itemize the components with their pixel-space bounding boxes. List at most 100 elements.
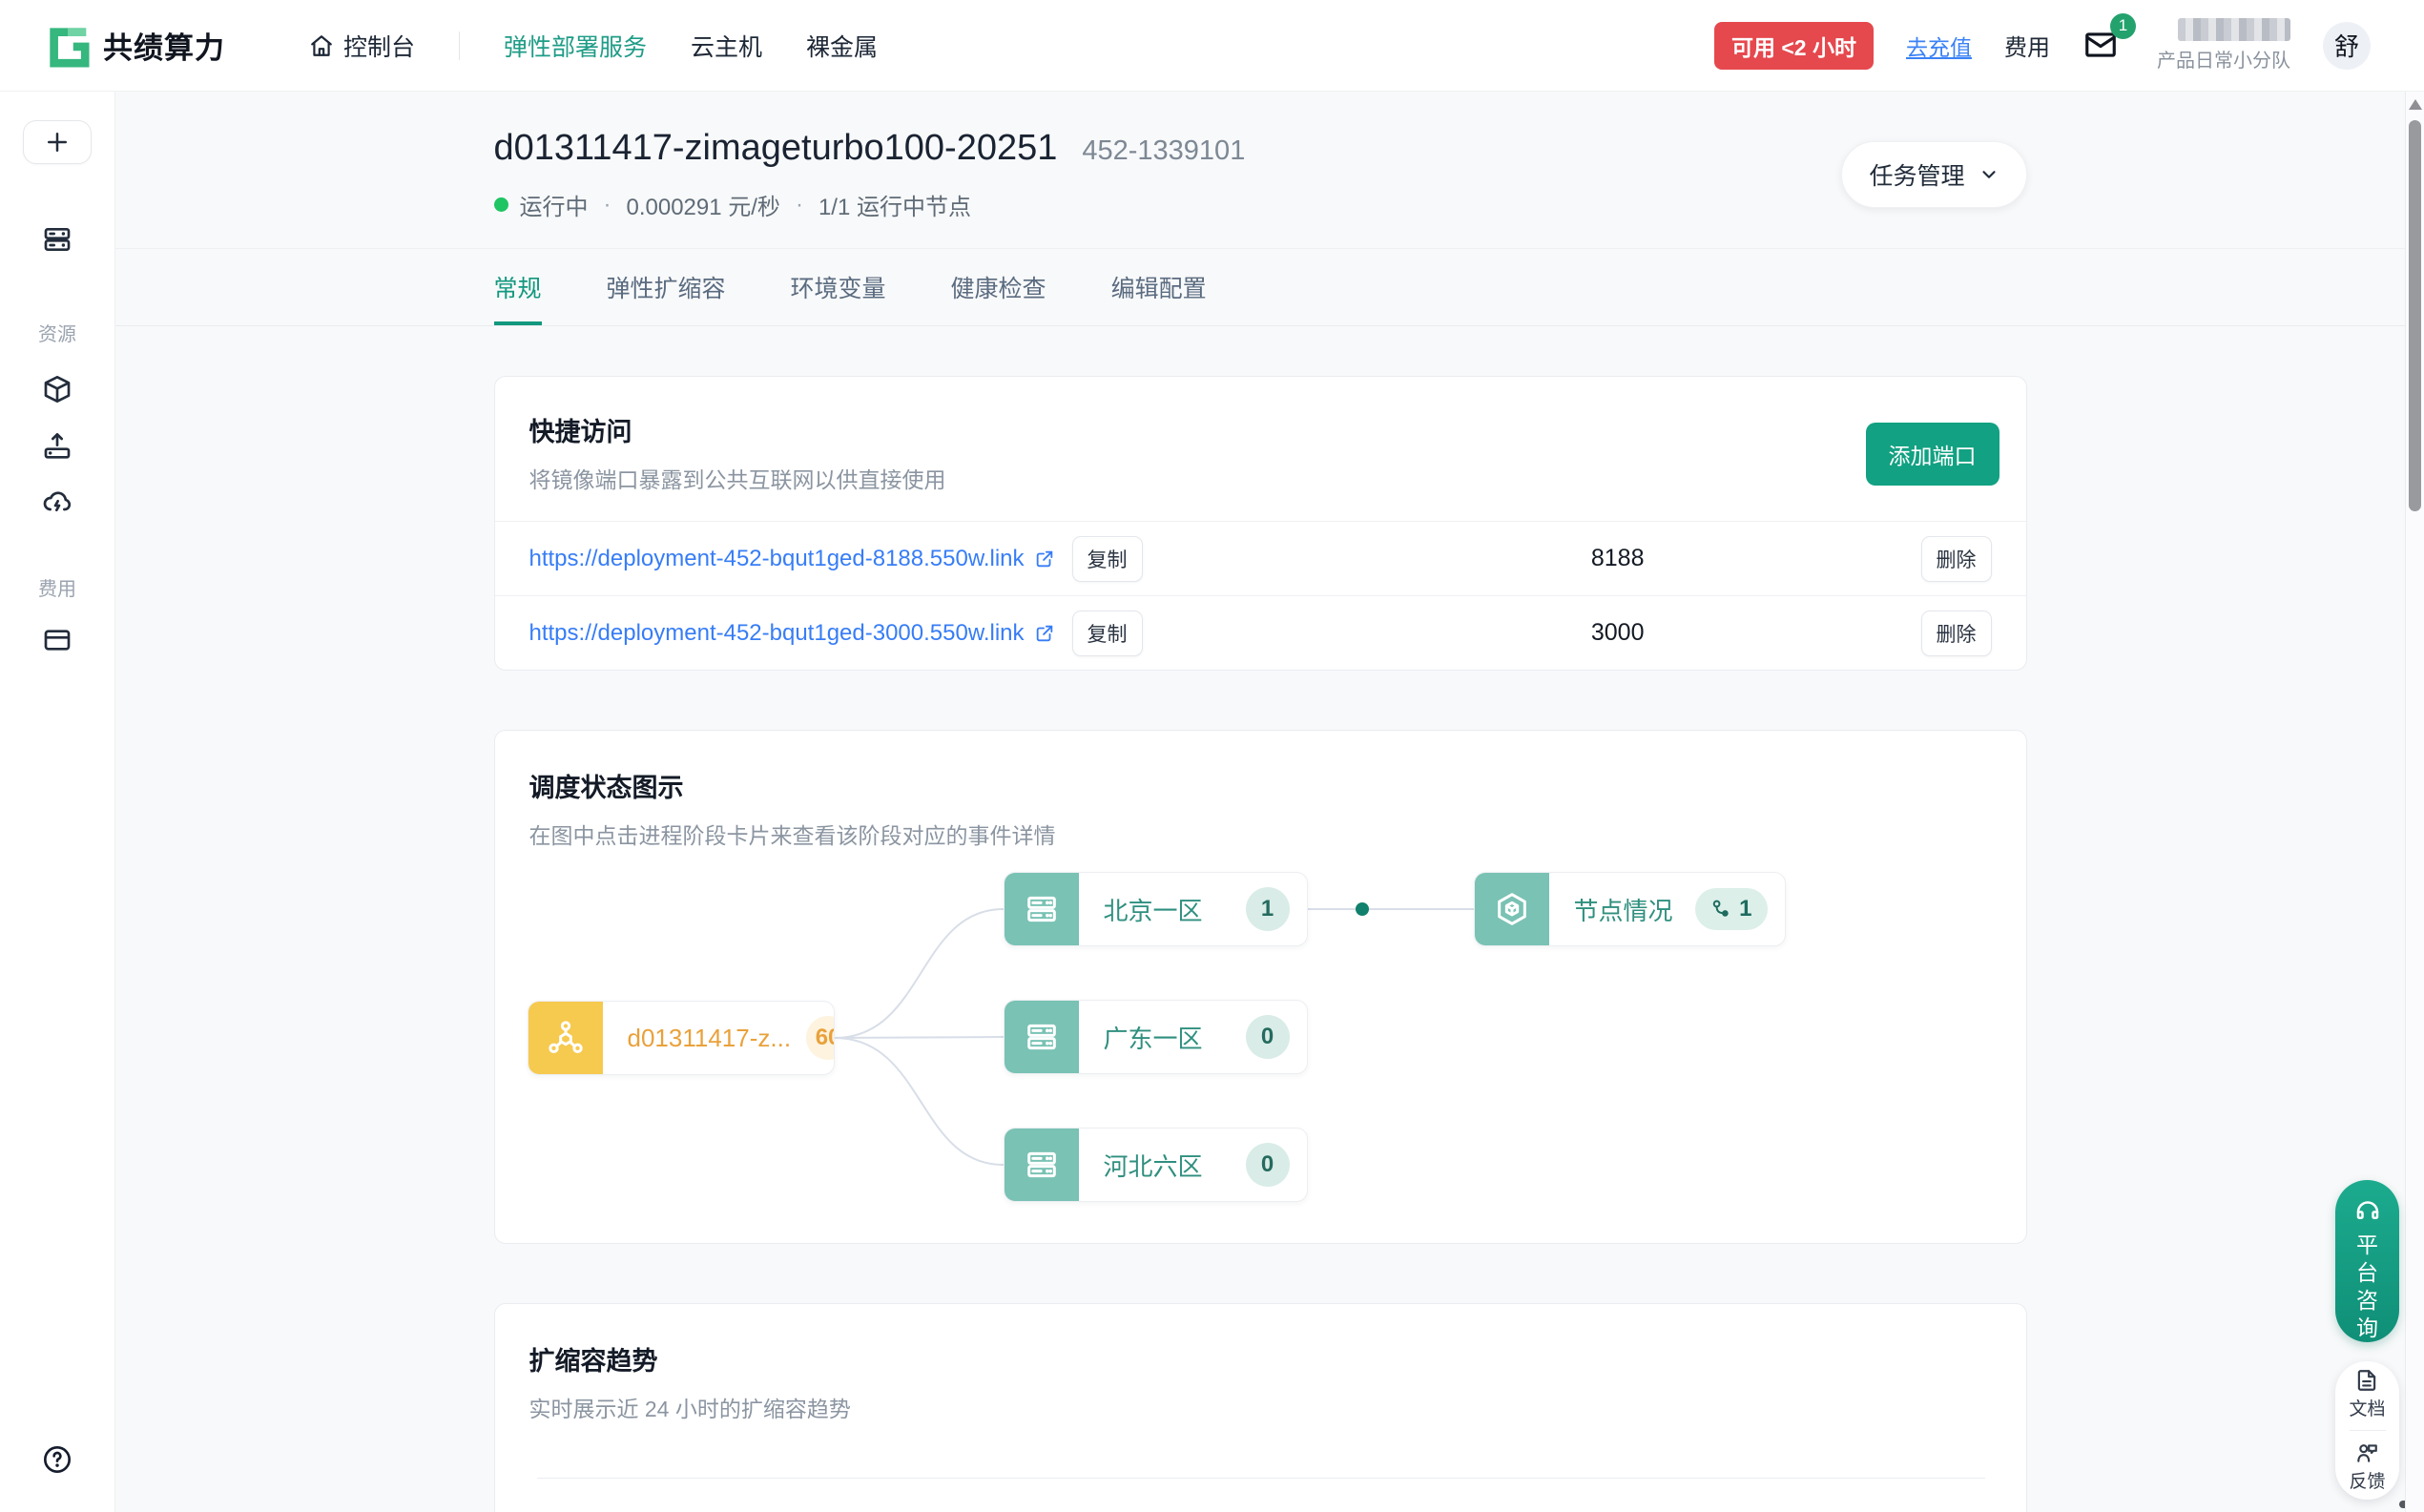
headset-icon xyxy=(2353,1195,2382,1224)
trend-card: 扩缩容趋势 实时展示近 24 小时的扩缩容趋势 xyxy=(494,1303,2027,1512)
node-status-count: 1 xyxy=(1739,896,1751,922)
schedule-diagram: d01311417-z... 60 北京一区 1 xyxy=(495,865,2026,1216)
nav-item-cloud-host[interactable]: 云主机 xyxy=(691,29,762,63)
quota-badge: 可用 <2 小时 xyxy=(1714,22,1874,70)
billing-nav-link[interactable]: 费用 xyxy=(2004,29,2050,62)
avatar[interactable]: 舒 xyxy=(2323,22,2371,70)
server-icon xyxy=(1005,1001,1079,1073)
port-url-link[interactable]: https://deployment-452-bqut1ged-8188.550… xyxy=(529,546,1055,572)
connector-progress-dot xyxy=(1356,902,1369,916)
external-link-icon xyxy=(1034,623,1055,644)
feedback-button[interactable]: 反馈 xyxy=(2349,1440,2385,1493)
brand-logo-icon xyxy=(46,24,90,68)
task-manage-button[interactable]: 任务管理 xyxy=(1841,141,2026,208)
hexagon-cube-icon xyxy=(1475,873,1549,945)
vertical-scrollbar[interactable] xyxy=(2405,92,2424,1512)
tab-autoscaling[interactable]: 弹性扩缩容 xyxy=(607,249,726,325)
nav-item-bare-metal[interactable]: 裸金属 xyxy=(806,29,878,63)
status-row: 运行中 · 0.000291 元/秒 · 1/1 运行中节点 xyxy=(494,188,1246,221)
copy-button[interactable]: 复制 xyxy=(1072,611,1143,656)
page-header: d01311417-zimageturbo100-20251 452-13391… xyxy=(115,92,2405,249)
chevron-down-icon xyxy=(1979,164,1999,185)
home-icon xyxy=(309,33,334,58)
sidebar-item-billing[interactable] xyxy=(41,624,73,656)
region-node-label: 北京一区 xyxy=(1104,892,1203,927)
server-icon xyxy=(1005,1129,1079,1201)
tab-health-check[interactable]: 健康检查 xyxy=(951,249,1046,325)
docs-label: 文档 xyxy=(2349,1395,2385,1420)
task-manage-label: 任务管理 xyxy=(1869,157,1964,192)
nav-item-elastic-deploy[interactable]: 弹性部署服务 xyxy=(504,29,647,63)
server-stack-icon xyxy=(42,224,73,255)
separator: · xyxy=(796,192,803,218)
scrollbar-thumb[interactable] xyxy=(2409,120,2421,511)
credit-card-icon xyxy=(42,625,73,655)
trend-subtitle: 实时展示近 24 小时的扩缩容趋势 xyxy=(529,1391,1992,1423)
region-node-badge: 0 xyxy=(1246,1143,1290,1187)
nav-label: 控制台 xyxy=(343,29,415,63)
hub-icon xyxy=(528,1002,603,1074)
price-text: 0.000291 元/秒 xyxy=(627,188,780,221)
sidebar-item-storage-upload[interactable] xyxy=(41,430,73,463)
port-url-text: https://deployment-452-bqut1ged-8188.550… xyxy=(529,546,1025,572)
mail-button[interactable]: 1 xyxy=(2082,27,2124,65)
nav-item-console[interactable]: 控制台 xyxy=(309,29,415,63)
main-nav: 控制台 弹性部署服务 云主机 裸金属 xyxy=(309,29,878,63)
upload-icon xyxy=(42,431,73,462)
sidebar-item-images[interactable] xyxy=(41,373,73,405)
cloud-lightning-icon xyxy=(42,487,73,517)
region-node-badge: 1 xyxy=(1246,887,1290,931)
region-node-guangdong[interactable]: 广东一区 0 xyxy=(1004,1000,1308,1074)
add-port-button[interactable]: 添加端口 xyxy=(1866,423,1999,486)
tab-general[interactable]: 常规 xyxy=(494,249,542,325)
deployment-node-label: d01311417-z... xyxy=(628,1024,792,1053)
region-node-label: 广东一区 xyxy=(1104,1020,1203,1055)
node-status-card[interactable]: 节点情况 1 xyxy=(1474,872,1786,946)
delete-button[interactable]: 删除 xyxy=(1921,611,1992,656)
region-node-hebei[interactable]: 河北六区 0 xyxy=(1004,1128,1308,1202)
tab-env-vars[interactable]: 环境变量 xyxy=(791,249,886,325)
nav-divider xyxy=(459,31,460,60)
schedule-title: 调度状态图示 xyxy=(529,767,1992,804)
schedule-subtitle: 在图中点击进程阶段卡片来查看该阶段对应的事件详情 xyxy=(529,818,1992,850)
region-node-badge: 0 xyxy=(1246,1015,1290,1059)
create-button[interactable] xyxy=(23,120,92,164)
quick-access-card: 快捷访问 将镜像端口暴露到公共互联网以供直接使用 添加端口 https://de… xyxy=(494,376,2027,671)
tab-edit-config[interactable]: 编辑配置 xyxy=(1111,249,1207,325)
sidebar-section-resources: 资源 xyxy=(38,319,76,346)
node-status-badge: 1 xyxy=(1695,888,1767,930)
team-name: 产品日常小分队 xyxy=(2157,45,2290,72)
port-url-link[interactable]: https://deployment-452-bqut1ged-3000.550… xyxy=(529,620,1055,647)
scrollbar-up-arrow[interactable] xyxy=(2409,99,2422,110)
node-status-label: 节点情况 xyxy=(1574,892,1673,927)
port-number: 3000 xyxy=(1591,619,1645,647)
port-number: 8188 xyxy=(1591,545,1645,572)
recharge-link[interactable]: 去充值 xyxy=(1906,30,1972,62)
user-block[interactable]: 产品日常小分队 xyxy=(2157,18,2290,72)
main-area: d01311417-zimageturbo100-20251 452-13391… xyxy=(115,92,2405,1512)
docs-button[interactable]: 文档 xyxy=(2349,1368,2385,1420)
separator: · xyxy=(604,192,611,218)
top-navbar: 共绩算力 控制台 弹性部署服务 云主机 裸金属 可用 <2 小时 去充值 费用 xyxy=(0,0,2424,92)
sidebar-section-billing: 费用 xyxy=(38,573,76,601)
brand[interactable]: 共绩算力 xyxy=(46,24,225,68)
server-icon xyxy=(1005,873,1079,945)
copy-button[interactable]: 复制 xyxy=(1072,536,1143,582)
port-row: https://deployment-452-bqut1ged-8188.550… xyxy=(495,521,2026,595)
schedule-card: 调度状态图示 在图中点击进程阶段卡片来查看该阶段对应的事件详情 xyxy=(494,730,2027,1244)
sidebar-item-deployments[interactable] xyxy=(41,223,73,256)
divider xyxy=(2350,1430,2386,1431)
platform-consult-button[interactable]: 平台咨询 xyxy=(2335,1180,2399,1342)
trend-title: 扩缩容趋势 xyxy=(529,1340,1992,1377)
brand-name: 共绩算力 xyxy=(103,24,225,67)
hop-icon xyxy=(1710,899,1731,920)
feedback-label: 反馈 xyxy=(2349,1467,2385,1493)
mail-unread-badge: 1 xyxy=(2110,13,2136,39)
deployment-node[interactable]: d01311417-z... 60 xyxy=(528,1001,835,1075)
help-button[interactable] xyxy=(41,1443,73,1476)
external-link-icon xyxy=(1034,549,1055,570)
help-circle-icon xyxy=(42,1444,73,1475)
delete-button[interactable]: 删除 xyxy=(1921,536,1992,582)
region-node-beijing[interactable]: 北京一区 1 xyxy=(1004,872,1308,946)
sidebar-item-cloud[interactable] xyxy=(41,486,73,518)
